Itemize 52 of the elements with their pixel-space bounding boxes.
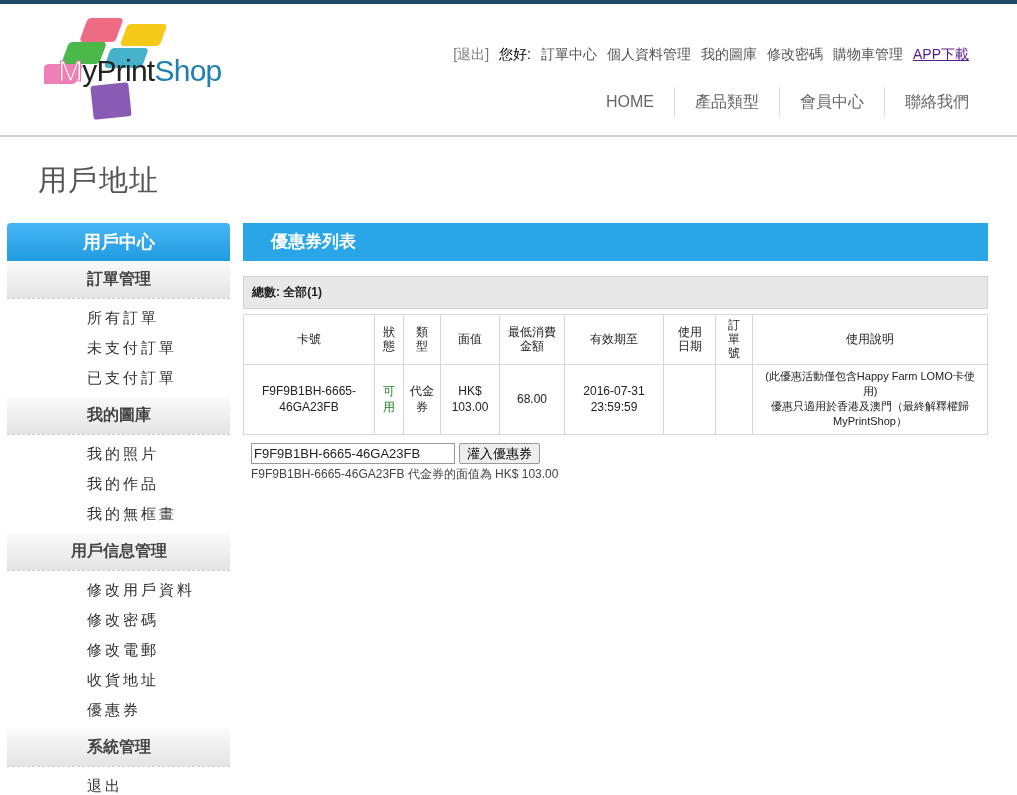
sidebar-item[interactable]: 我的無框畫: [7, 498, 230, 529]
nav-link[interactable]: 聯絡我們: [885, 90, 969, 114]
header-link[interactable]: 訂單中心: [541, 44, 597, 65]
table-cell: 68.00: [517, 392, 547, 406]
usage-note: 優惠只適用於香港及澳門（最終解釋權歸MyPrintShop）: [770, 399, 970, 429]
greeting-text: 您好:: [499, 45, 531, 64]
column-header: 使用日期: [663, 314, 716, 364]
sidebar-group-header[interactable]: 系統管理: [7, 728, 230, 767]
sidebar-item[interactable]: 優惠券: [7, 694, 230, 725]
sidebar-item[interactable]: 我的作品: [7, 468, 230, 499]
sidebar-item[interactable]: 收貨地址: [7, 664, 230, 695]
nav-link[interactable]: 會員中心: [780, 90, 884, 114]
sidebar-group-header[interactable]: 用戶信息管理: [7, 532, 230, 571]
column-header: 訂單號: [715, 314, 753, 364]
sidebar-item[interactable]: 我的照片: [7, 438, 230, 469]
header-link[interactable]: 購物車管理: [833, 44, 903, 65]
column-header: 類型: [403, 314, 441, 364]
page-title: 用戶地址: [38, 163, 161, 198]
coupon-code-input[interactable]: F9F9B1BH-6665-46GA23FB: [251, 442, 455, 464]
sidebar-item[interactable]: 修改電郵: [7, 634, 230, 665]
column-header: 卡號: [243, 314, 375, 364]
table-cell: 2016-07-31 23:59:59: [583, 384, 645, 414]
header-link[interactable]: 修改密碼: [767, 44, 823, 65]
panel-header: 優惠券列表: [243, 222, 988, 261]
sidebar-item[interactable]: 所有訂單: [7, 302, 230, 333]
sidebar-group-header[interactable]: 訂單管理: [7, 260, 230, 299]
table-cell: F9F9B1BH-6665-46GA23FB: [261, 384, 356, 414]
sidebar-group-header[interactable]: 我的圖庫: [7, 396, 230, 435]
column-header: 最低消費金額: [499, 314, 565, 364]
sidebar-item[interactable]: 已支付訂單: [7, 362, 230, 393]
logout-link[interactable]: [退出]: [453, 44, 490, 65]
column-header: 有效期至: [564, 314, 664, 364]
status-text: 可用: [383, 384, 395, 414]
sidebar-item[interactable]: 退出: [7, 770, 230, 795]
table-cell: 代金券: [410, 384, 434, 414]
sidebar-item[interactable]: 未支付訂單: [7, 332, 230, 363]
coupon-result: F9F9B1BH-6665-46GA23FB 代金券的面值為 HK$ 103.00: [251, 465, 560, 483]
redeem-coupon-button[interactable]: 灌入優惠券: [459, 442, 540, 464]
app-download-link[interactable]: APP下載: [913, 44, 969, 65]
usage-note: (此優惠活動僅包含Happy Farm LOMO卡使用): [764, 369, 976, 399]
header-link[interactable]: 我的圖庫: [701, 44, 757, 65]
sidebar-item[interactable]: 修改用戶資料: [7, 574, 230, 605]
column-header: 狀態: [374, 314, 404, 364]
table-cell: HK$ 103.00: [451, 384, 489, 414]
sidebar-title: 用戶中心: [7, 222, 230, 261]
sidebar-item[interactable]: 修改密碼: [7, 604, 230, 635]
header-link[interactable]: 個人資料管理: [607, 44, 691, 65]
column-header: 使用說明: [752, 314, 988, 364]
nav-link[interactable]: HOME: [586, 90, 674, 114]
column-header: 面值: [440, 314, 500, 364]
total-count: 總數: 全部(1): [243, 275, 988, 309]
nav-link[interactable]: 產品類型: [675, 90, 779, 114]
